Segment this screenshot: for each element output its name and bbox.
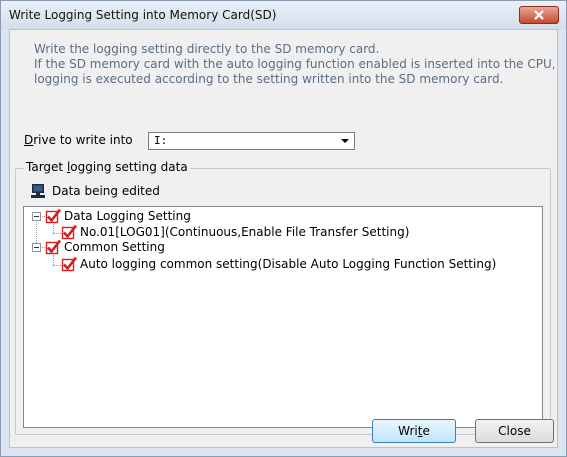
collapse-icon[interactable] xyxy=(32,243,41,252)
tree-node-label: Common Setting xyxy=(64,240,165,254)
group-title-pre: Target xyxy=(26,160,67,174)
tree-node-label: Auto logging common setting(Disable Auto… xyxy=(80,257,497,271)
tree-connector xyxy=(53,224,54,233)
tree-node-label: Data Logging Setting xyxy=(64,209,191,223)
checkbox-checked-icon[interactable] xyxy=(61,256,77,272)
tree-node-label: No.01[LOG01](Continuous,Enable File Tran… xyxy=(80,225,410,239)
logging-setting-tree[interactable]: Data Logging Setting No.01[LOG01](Contin… xyxy=(23,206,543,428)
checkbox-checked-icon[interactable] xyxy=(45,239,61,255)
group-title-post: ogging setting data xyxy=(70,160,188,174)
window-title: Write Logging Setting into Memory Card(S… xyxy=(9,8,277,22)
description: Write the logging setting directly to th… xyxy=(34,42,556,87)
write-label-pre: Wri xyxy=(398,424,418,438)
checkbox-checked-icon[interactable] xyxy=(61,224,77,240)
dialog-body: Write the logging setting directly to th… xyxy=(9,29,558,448)
drive-label-mnemonic: D xyxy=(24,133,34,147)
dialog-window: Write Logging Setting into Memory Card(S… xyxy=(0,0,567,457)
target-logging-group: Target logging setting data Data being e… xyxy=(15,160,551,435)
description-line: logging is executed according to the set… xyxy=(34,72,504,86)
close-icon xyxy=(534,10,544,20)
drive-select[interactable]: I: xyxy=(148,132,355,150)
title-bar[interactable]: Write Logging Setting into Memory Card(S… xyxy=(1,1,566,29)
tree-connector xyxy=(53,233,61,234)
close-window-button[interactable] xyxy=(519,6,559,24)
description-line: If the SD memory card with the auto logg… xyxy=(34,57,556,71)
write-button[interactable]: Write xyxy=(372,419,456,443)
checkbox-checked-icon[interactable] xyxy=(45,208,61,224)
drive-label-text: rive to write into xyxy=(33,133,133,147)
description-line: Write the logging setting directly to th… xyxy=(34,42,380,56)
chevron-down-icon[interactable] xyxy=(341,139,349,143)
tree-connector xyxy=(53,255,54,265)
drive-label: Drive to write into xyxy=(24,133,133,147)
drive-select-value: I: xyxy=(154,134,168,147)
write-label-post: e xyxy=(422,424,430,438)
group-title: Target logging setting data xyxy=(24,160,190,174)
close-button[interactable]: Close xyxy=(475,419,554,443)
computer-icon xyxy=(31,184,45,198)
collapse-icon[interactable] xyxy=(32,212,41,221)
tree-connector xyxy=(53,265,61,266)
data-being-edited-label: Data being edited xyxy=(52,184,160,198)
